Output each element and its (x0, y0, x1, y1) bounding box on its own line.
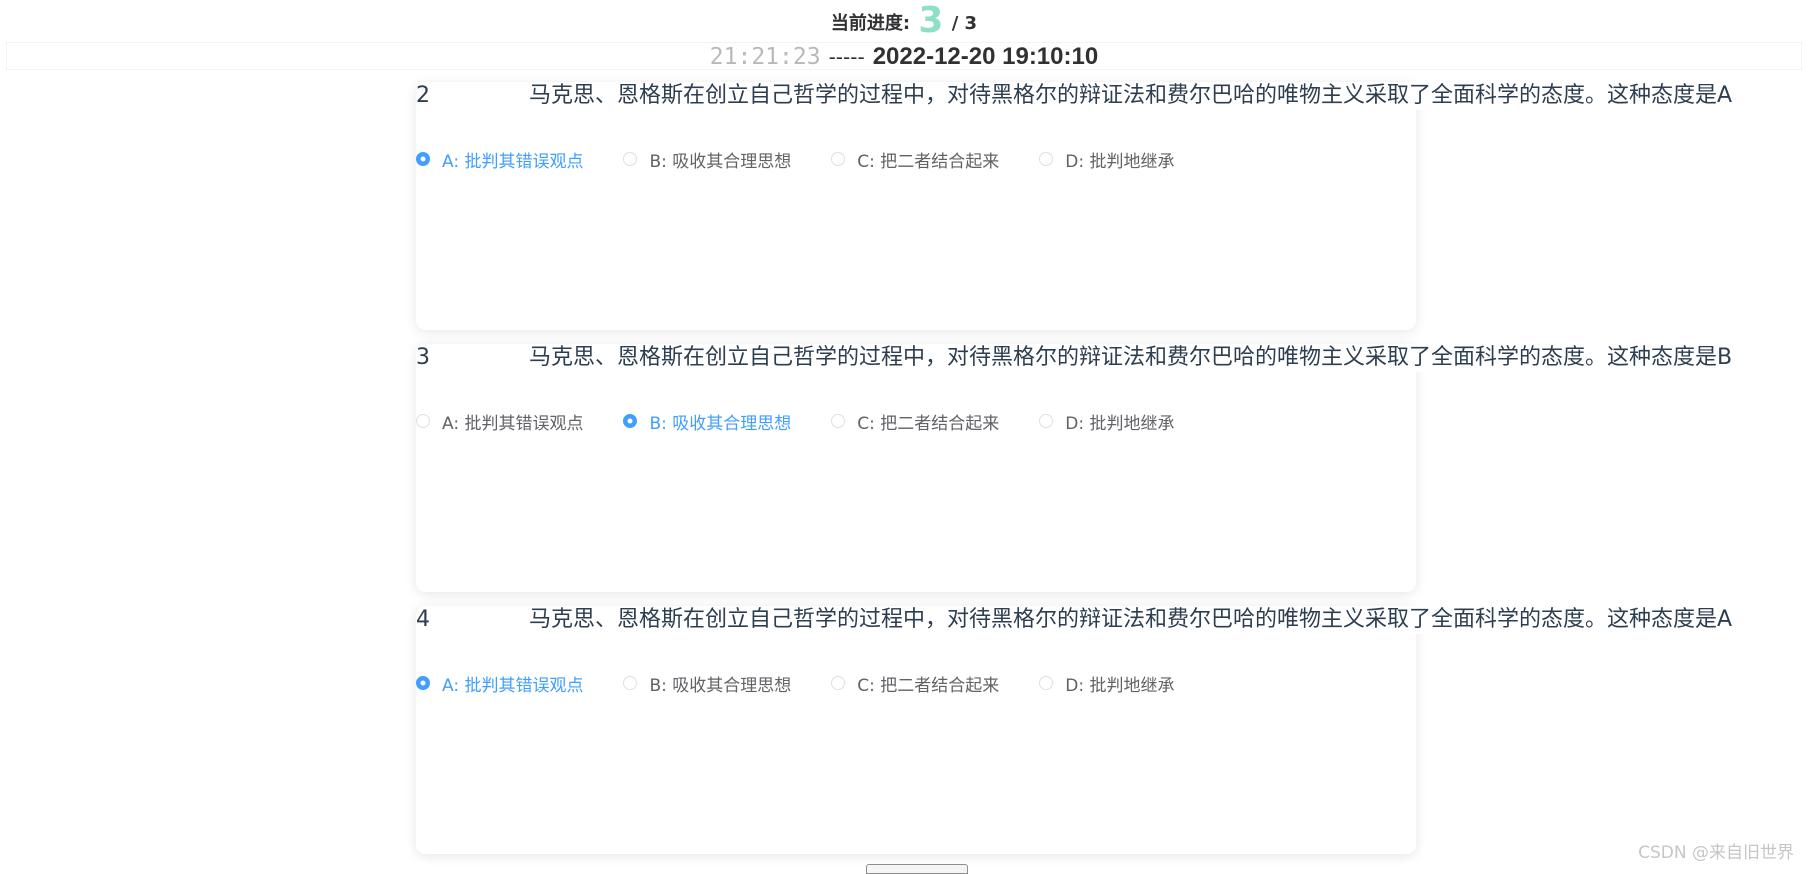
radio-unchecked-icon[interactable] (416, 414, 430, 428)
radio-checked-icon[interactable] (416, 152, 430, 166)
option-a-radio[interactable]: A: 批判其错误观点 (416, 409, 584, 434)
radio-unchecked-icon[interactable] (623, 676, 638, 690)
timer-clock: 21:21:23 (709, 44, 821, 70)
option-label: C: 把二者结合起来 (857, 413, 1000, 434)
option-b-radio[interactable]: B: 吸收其合理思想 (623, 147, 792, 172)
csdn-watermark: CSDN @来自旧世界 (1638, 843, 1794, 863)
question-stem: 马克思、恩格斯在创立自己哲学的过程中，对待黑格尔的辩证法和费尔巴哈的唯物主义采取… (529, 344, 1808, 372)
radio-checked-icon[interactable] (623, 414, 638, 428)
option-d-radio[interactable]: D: 批判地继承 (1039, 147, 1175, 172)
radio-unchecked-icon[interactable] (623, 152, 638, 166)
question-options: A: 批判其错误观点 B: 吸收其合理思想 C: 把二者结合起来 D: 批判地继… (416, 409, 1215, 434)
radio-unchecked-icon[interactable] (1039, 676, 1054, 690)
option-label: D: 批判地继承 (1065, 413, 1175, 434)
option-d-radio[interactable]: D: 批判地继承 (1039, 671, 1175, 696)
question-card: 3 马克思、恩格斯在创立自己哲学的过程中，对待黑格尔的辩证法和费尔巴哈的唯物主义… (416, 344, 1808, 592)
radio-unchecked-icon[interactable] (831, 414, 846, 428)
option-label: B: 吸收其合理思想 (649, 675, 792, 696)
question-options: A: 批判其错误观点 B: 吸收其合理思想 C: 把二者结合起来 D: 批判地继… (416, 147, 1215, 172)
timer-bar: 21:21:23 ----- 2022-12-20 19:10:10 (6, 42, 1802, 70)
question-stem: 马克思、恩格斯在创立自己哲学的过程中，对待黑格尔的辩证法和费尔巴哈的唯物主义采取… (529, 82, 1808, 110)
radio-unchecked-icon[interactable] (1039, 152, 1054, 166)
option-d-radio[interactable]: D: 批判地继承 (1039, 409, 1175, 434)
question-card: 2 马克思、恩格斯在创立自己哲学的过程中，对待黑格尔的辩证法和费尔巴哈的唯物主义… (416, 82, 1808, 330)
question-options: A: 批判其错误观点 B: 吸收其合理思想 C: 把二者结合起来 D: 批判地继… (416, 671, 1215, 696)
option-b-radio[interactable]: B: 吸收其合理思想 (623, 671, 792, 696)
option-b-radio[interactable]: B: 吸收其合理思想 (623, 409, 792, 434)
question-number: 2 (416, 83, 430, 108)
option-a-radio[interactable]: A: 批判其错误观点 (416, 671, 584, 696)
option-c-radio[interactable]: C: 把二者结合起来 (831, 409, 1000, 434)
option-label: C: 把二者结合起来 (857, 675, 1000, 696)
radio-checked-icon[interactable] (416, 676, 430, 690)
progress-total: / 3 (951, 13, 978, 34)
option-label: D: 批判地继承 (1065, 151, 1175, 172)
question-stem: 马克思、恩格斯在创立自己哲学的过程中，对待黑格尔的辩证法和费尔巴哈的唯物主义采取… (529, 606, 1808, 634)
question-number: 3 (416, 345, 430, 370)
progress-label: 当前进度: (830, 13, 911, 34)
option-label: D: 批判地继承 (1065, 675, 1175, 696)
option-label: B: 吸收其合理思想 (649, 151, 792, 172)
radio-unchecked-icon[interactable] (831, 152, 846, 166)
option-label: C: 把二者结合起来 (857, 151, 1000, 172)
option-label: A: 批判其错误观点 (442, 151, 584, 172)
option-label: A: 批判其错误观点 (442, 675, 584, 696)
timer-deadline: 2022-12-20 19:10:10 (872, 43, 1099, 70)
submit-button[interactable] (866, 864, 968, 874)
progress-current-number: 3 (918, 0, 944, 41)
question-number: 4 (416, 607, 430, 632)
option-c-radio[interactable]: C: 把二者结合起来 (831, 671, 1000, 696)
question-card: 4 马克思、恩格斯在创立自己哲学的过程中，对待黑格尔的辩证法和费尔巴哈的唯物主义… (416, 606, 1808, 854)
option-a-radio[interactable]: A: 批判其错误观点 (416, 147, 584, 172)
radio-unchecked-icon[interactable] (831, 676, 846, 690)
radio-unchecked-icon[interactable] (1039, 414, 1054, 428)
option-c-radio[interactable]: C: 把二者结合起来 (831, 147, 1000, 172)
progress-indicator: 当前进度: 3 / 3 (0, 3, 1808, 39)
option-label: B: 吸收其合理思想 (649, 413, 792, 434)
option-label: A: 批判其错误观点 (442, 413, 584, 434)
timer-separator: ----- (828, 45, 865, 69)
